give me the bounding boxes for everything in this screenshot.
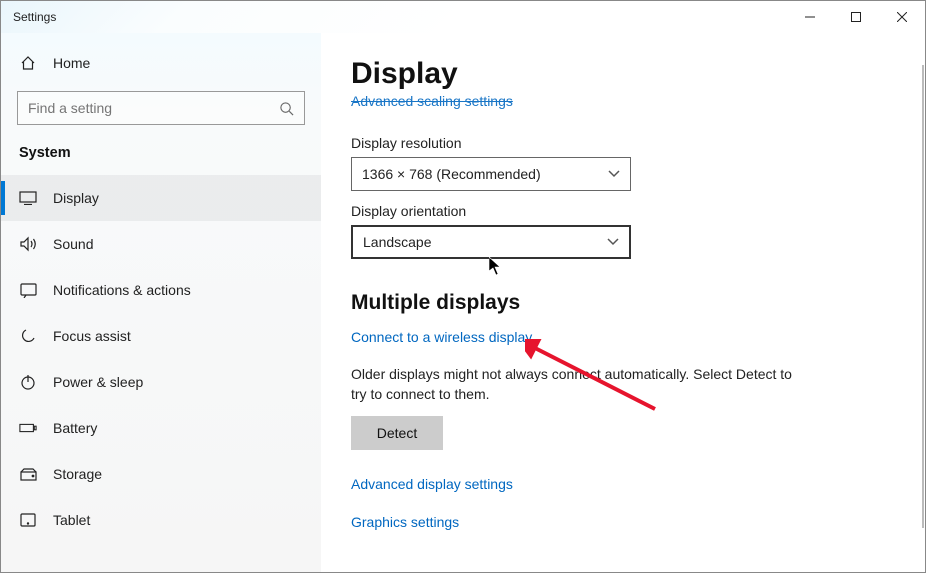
sound-icon [19,236,37,252]
title-bar: Settings [1,1,925,33]
detect-button[interactable]: Detect [351,416,443,450]
nav-label: Storage [53,466,102,482]
nav-item-focus-assist[interactable]: Focus assist [1,313,321,359]
nav-item-display[interactable]: Display [1,175,321,221]
battery-icon [19,422,37,434]
graphics-settings-link[interactable]: Graphics settings [351,514,459,530]
home-icon [19,55,37,71]
notifications-icon [19,283,37,298]
chevron-down-icon [608,170,620,178]
advanced-scaling-link[interactable]: Advanced scaling settings [351,93,513,109]
resolution-value: 1366 × 768 (Recommended) [362,166,541,182]
detect-help-text: Older displays might not always connect … [351,365,811,404]
nav-label: Tablet [53,512,90,528]
display-icon [19,191,37,205]
advanced-display-settings-link[interactable]: Advanced display settings [351,476,513,492]
connect-wireless-display-link[interactable]: Connect to a wireless display [351,329,532,345]
resolution-label: Display resolution [351,135,895,151]
focus-assist-icon [19,328,37,344]
search-icon [279,101,294,116]
sidebar: Home System Display Sound Notifications … [1,33,321,572]
multiple-displays-heading: Multiple displays [351,291,895,315]
chevron-down-icon [607,238,619,246]
home-nav[interactable]: Home [1,41,321,85]
search-input[interactable] [28,100,258,116]
orientation-dropdown[interactable]: Landscape [351,225,631,259]
search-box[interactable] [17,91,305,125]
nav-label: Battery [53,420,97,436]
minimize-button[interactable] [787,1,833,33]
orientation-label: Display orientation [351,203,895,219]
category-heading: System [1,139,321,175]
nav-label: Display [53,190,99,206]
main-panel: Display Advanced scaling settings Displa… [321,33,925,572]
maximize-button[interactable] [833,1,879,33]
resolution-dropdown[interactable]: 1366 × 768 (Recommended) [351,157,631,191]
nav-item-sound[interactable]: Sound [1,221,321,267]
home-label: Home [53,55,90,71]
nav-label: Sound [53,236,93,252]
nav-label: Focus assist [53,328,131,344]
nav-item-notifications[interactable]: Notifications & actions [1,267,321,313]
nav-item-battery[interactable]: Battery [1,405,321,451]
nav-label: Power & sleep [53,374,143,390]
nav-item-power-sleep[interactable]: Power & sleep [1,359,321,405]
power-icon [19,374,37,390]
close-button[interactable] [879,1,925,33]
scrollbar[interactable] [922,65,924,528]
nav-item-tablet[interactable]: Tablet [1,497,321,543]
page-title: Display [351,57,895,91]
nav-item-storage[interactable]: Storage [1,451,321,497]
nav-list: Display Sound Notifications & actions Fo… [1,175,321,543]
tablet-icon [19,513,37,527]
nav-label: Notifications & actions [53,282,191,298]
window-title: Settings [13,10,56,24]
orientation-value: Landscape [363,234,432,250]
window-buttons [787,1,925,33]
storage-icon [19,468,37,481]
